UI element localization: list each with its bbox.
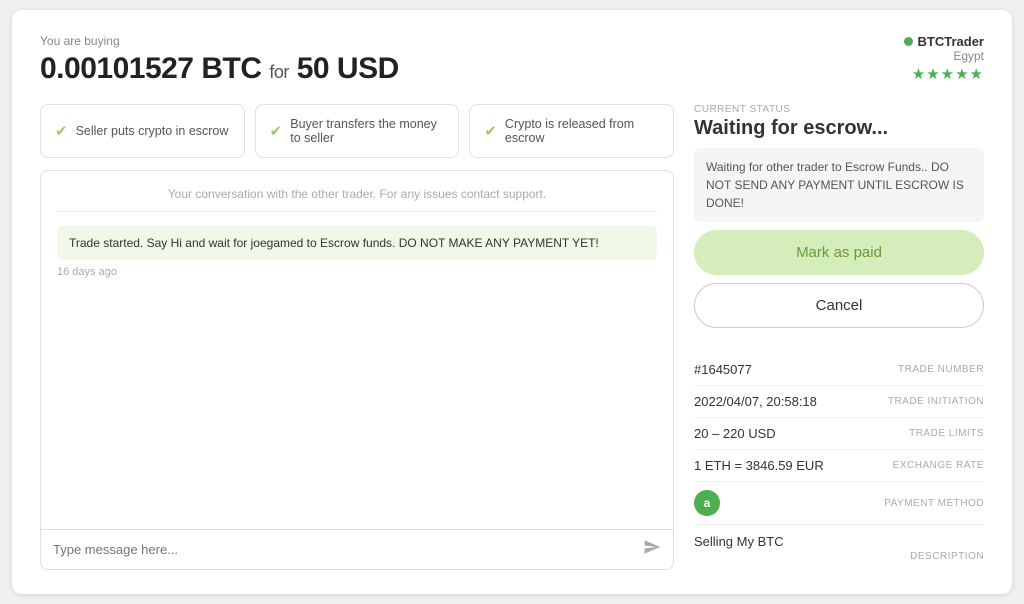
trade-number-label: TRADE NUMBER — [898, 364, 984, 375]
buying-label: You are buying — [40, 34, 399, 48]
trade-rate-value: 1 ETH = 3846.59 EUR — [694, 458, 824, 473]
description-label: DESCRIPTION — [694, 551, 984, 562]
top-bar: You are buying 0.00101527 BTC for 50 USD… — [40, 34, 984, 86]
chat-area: Your conversation with the other trader.… — [40, 170, 674, 570]
current-status-label: CURRENT STATUS — [694, 104, 984, 115]
step-3-check: ✔ — [484, 122, 497, 140]
for-label: for — [269, 62, 289, 82]
step-2-label: Buyer transfers the money to seller — [290, 117, 444, 145]
buying-info: You are buying 0.00101527 BTC for 50 USD — [40, 34, 399, 86]
step-2-check: ✔ — [270, 122, 283, 140]
status-section: CURRENT STATUS Waiting for escrow... Wai… — [694, 104, 984, 342]
payment-method-icon: a — [694, 490, 720, 516]
mark-as-paid-button[interactable]: Mark as paid — [694, 230, 984, 275]
chat-placeholder: Your conversation with the other trader.… — [57, 187, 657, 201]
online-dot — [904, 37, 913, 46]
right-panel: CURRENT STATUS Waiting for escrow... Wai… — [694, 104, 984, 570]
step-3-label: Crypto is released from escrow — [505, 117, 659, 145]
fiat-amount: 50 USD — [297, 52, 399, 85]
trader-country: Egypt — [953, 49, 984, 63]
cancel-button[interactable]: Cancel — [694, 283, 984, 328]
trade-limits-label: TRADE LIMITS — [909, 428, 984, 439]
trade-payment-row: a PAYMENT METHOD — [694, 482, 984, 525]
description-value: Selling My BTC — [694, 534, 784, 549]
step-3: ✔ Crypto is released from escrow — [469, 104, 674, 158]
chat-input[interactable] — [53, 542, 635, 557]
trade-payment-label: PAYMENT METHOD — [884, 498, 984, 509]
trade-limits-row: 20 – 220 USD TRADE LIMITS — [694, 418, 984, 450]
btc-currency: BTC — [201, 52, 261, 85]
status-title: Waiting for escrow... — [694, 117, 984, 140]
trade-rate-label: EXCHANGE RATE — [893, 460, 984, 471]
send-icon — [643, 538, 661, 556]
chat-timestamp: 16 days ago — [57, 266, 657, 278]
step-1-check: ✔ — [55, 122, 68, 140]
buying-amount: 0.00101527 BTC for 50 USD — [40, 52, 399, 86]
step-1-label: Seller puts crypto in escrow — [76, 124, 229, 138]
trade-initiation-row: 2022/04/07, 20:58:18 TRADE INITIATION — [694, 386, 984, 418]
step-2: ✔ Buyer transfers the money to seller — [255, 104, 460, 158]
chat-system-message: Trade started. Say Hi and wait for joega… — [57, 226, 657, 260]
trade-initiation-value: 2022/04/07, 20:58:18 — [694, 394, 817, 409]
trade-initiation-label: TRADE INITIATION — [888, 396, 984, 407]
chat-divider — [57, 211, 657, 212]
chat-input-row — [41, 529, 673, 569]
main-content: ✔ Seller puts crypto in escrow ✔ Buyer t… — [40, 104, 984, 570]
trader-name: BTCTrader — [904, 34, 984, 49]
steps-row: ✔ Seller puts crypto in escrow ✔ Buyer t… — [40, 104, 674, 158]
send-button[interactable] — [643, 538, 661, 561]
trade-details: #1645077 TRADE NUMBER 2022/04/07, 20:58:… — [694, 354, 984, 570]
main-container: You are buying 0.00101527 BTC for 50 USD… — [12, 10, 1012, 594]
trade-description-row: Selling My BTC DESCRIPTION — [694, 525, 984, 570]
step-1: ✔ Seller puts crypto in escrow — [40, 104, 245, 158]
trade-limits-value: 20 – 220 USD — [694, 426, 776, 441]
trade-rate-row: 1 ETH = 3846.59 EUR EXCHANGE RATE — [694, 450, 984, 482]
left-panel: ✔ Seller puts crypto in escrow ✔ Buyer t… — [40, 104, 674, 570]
trader-stars: ★★★★★ — [912, 65, 984, 83]
trade-number-row: #1645077 TRADE NUMBER — [694, 354, 984, 386]
btc-amount: 0.00101527 — [40, 52, 194, 85]
trade-number-value: #1645077 — [694, 362, 752, 377]
trader-info: BTCTrader Egypt ★★★★★ — [904, 34, 984, 83]
status-warning: Waiting for other trader to Escrow Funds… — [694, 148, 984, 222]
chat-messages: Your conversation with the other trader.… — [41, 171, 673, 529]
